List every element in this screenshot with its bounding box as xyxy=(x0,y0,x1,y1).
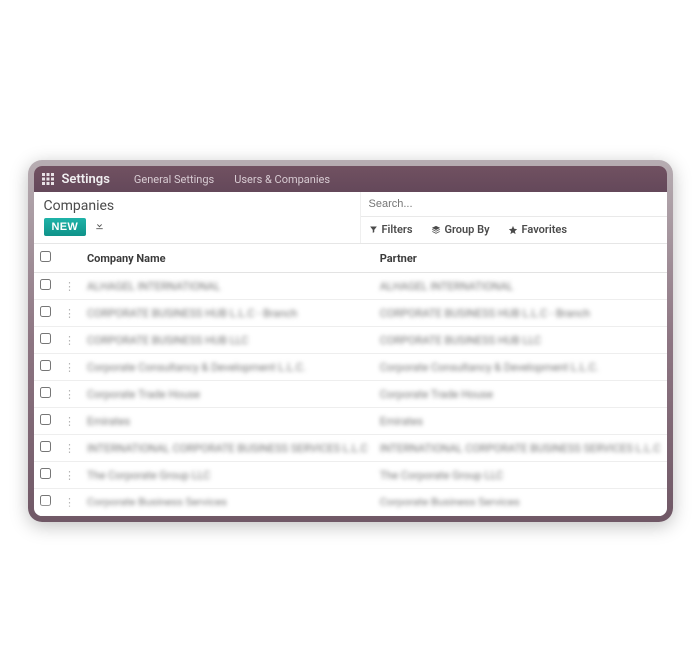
table-header-row: Company Name Partner xyxy=(34,244,667,273)
table-row[interactable]: ⋮Corporate Consultancy & Development L.L… xyxy=(34,354,667,381)
cell-company-name: Corporate Consultancy & Development L.L.… xyxy=(81,354,374,381)
cell-partner: Corporate Trade House xyxy=(374,381,667,408)
download-icon[interactable] xyxy=(94,220,105,234)
row-checkbox[interactable] xyxy=(40,306,51,317)
cell-partner: The Corporate Group LLC xyxy=(374,462,667,489)
row-checkbox[interactable] xyxy=(40,360,51,371)
layers-icon xyxy=(431,225,441,235)
cell-partner: ALHAGEL INTERNATIONAL xyxy=(374,273,667,300)
cell-company-name: The Corporate Group LLC xyxy=(81,462,374,489)
drag-handle-icon[interactable]: ⋮ xyxy=(58,489,81,516)
star-icon xyxy=(508,225,518,235)
cell-partner: INTERNATIONAL CORPORATE BUSINESS SERVICE… xyxy=(374,435,667,462)
drag-handle-icon[interactable]: ⋮ xyxy=(58,300,81,327)
drag-handle-icon[interactable]: ⋮ xyxy=(58,408,81,435)
new-button[interactable]: NEW xyxy=(44,218,87,236)
companies-table: Company Name Partner ⋮ALHAGEL INTERNATIO… xyxy=(34,244,667,516)
menu-users-and-companies[interactable]: Users & Companies xyxy=(224,173,340,186)
search-input[interactable] xyxy=(361,192,667,217)
table-row[interactable]: ⋮Corporate Business ServicesCorporate Bu… xyxy=(34,489,667,516)
favorites-button[interactable]: Favorites xyxy=(508,223,567,236)
menu-general-settings[interactable]: General Settings xyxy=(124,173,224,186)
funnel-icon xyxy=(369,225,378,234)
app-window: Settings General Settings Users & Compan… xyxy=(34,166,667,516)
row-checkbox[interactable] xyxy=(40,441,51,452)
row-checkbox[interactable] xyxy=(40,495,51,506)
table-row[interactable]: ⋮ALHAGEL INTERNATIONALALHAGEL INTERNATIO… xyxy=(34,273,667,300)
col-partner[interactable]: Partner xyxy=(374,244,667,273)
filters-button[interactable]: Filters xyxy=(369,223,413,236)
groupby-label: Group By xyxy=(445,223,490,236)
window-frame: Settings General Settings Users & Compan… xyxy=(28,160,673,522)
table-row[interactable]: ⋮CORPORATE BUSINESS HUB L.L.C - BranchCO… xyxy=(34,300,667,327)
cell-partner: Emirates xyxy=(374,408,667,435)
apps-grid-icon[interactable] xyxy=(34,173,62,185)
cell-company-name: CORPORATE BUSINESS HUB LLC xyxy=(81,327,374,354)
favorites-label: Favorites xyxy=(522,223,567,236)
cell-company-name: CORPORATE BUSINESS HUB L.L.C - Branch xyxy=(81,300,374,327)
row-checkbox[interactable] xyxy=(40,414,51,425)
table-row[interactable]: ⋮Corporate Trade HouseCorporate Trade Ho… xyxy=(34,381,667,408)
drag-handle-icon[interactable]: ⋮ xyxy=(58,273,81,300)
table-row[interactable]: ⋮CORPORATE BUSINESS HUB LLCCORPORATE BUS… xyxy=(34,327,667,354)
table-row[interactable]: ⋮EmiratesEmirates xyxy=(34,408,667,435)
drag-handle-icon[interactable]: ⋮ xyxy=(58,435,81,462)
col-company-name[interactable]: Company Name xyxy=(81,244,374,273)
drag-handle-icon[interactable]: ⋮ xyxy=(58,381,81,408)
control-bar: Companies NEW Filters xyxy=(34,192,667,244)
drag-handle-icon[interactable]: ⋮ xyxy=(58,327,81,354)
cell-partner: Corporate Consultancy & Development L.L.… xyxy=(374,354,667,381)
cell-company-name: INTERNATIONAL CORPORATE BUSINESS SERVICE… xyxy=(81,435,374,462)
breadcrumb: Companies xyxy=(44,198,350,214)
control-bar-left: Companies NEW xyxy=(34,192,360,243)
cell-company-name: Corporate Business Services xyxy=(81,489,374,516)
row-checkbox[interactable] xyxy=(40,333,51,344)
drag-handle-icon[interactable]: ⋮ xyxy=(58,354,81,381)
filters-label: Filters xyxy=(382,223,413,236)
row-checkbox[interactable] xyxy=(40,387,51,398)
filter-row: Filters Group By Favorites xyxy=(361,217,667,242)
select-all-checkbox[interactable] xyxy=(40,251,51,262)
row-checkbox[interactable] xyxy=(40,468,51,479)
cell-partner: CORPORATE BUSINESS HUB LLC xyxy=(374,327,667,354)
table-row[interactable]: ⋮The Corporate Group LLCThe Corporate Gr… xyxy=(34,462,667,489)
drag-handle-icon[interactable]: ⋮ xyxy=(58,462,81,489)
top-navbar: Settings General Settings Users & Compan… xyxy=(34,166,667,192)
actions-row: NEW xyxy=(44,218,350,236)
cell-partner: Corporate Business Services xyxy=(374,489,667,516)
cell-company-name: ALHAGEL INTERNATIONAL xyxy=(81,273,374,300)
control-bar-right: Filters Group By Favorites xyxy=(360,192,667,243)
cell-company-name: Emirates xyxy=(81,408,374,435)
app-title[interactable]: Settings xyxy=(62,172,124,187)
cell-partner: CORPORATE BUSINESS HUB L.L.C - Branch xyxy=(374,300,667,327)
table-row[interactable]: ⋮INTERNATIONAL CORPORATE BUSINESS SERVIC… xyxy=(34,435,667,462)
cell-company-name: Corporate Trade House xyxy=(81,381,374,408)
row-checkbox[interactable] xyxy=(40,279,51,290)
groupby-button[interactable]: Group By xyxy=(431,223,490,236)
